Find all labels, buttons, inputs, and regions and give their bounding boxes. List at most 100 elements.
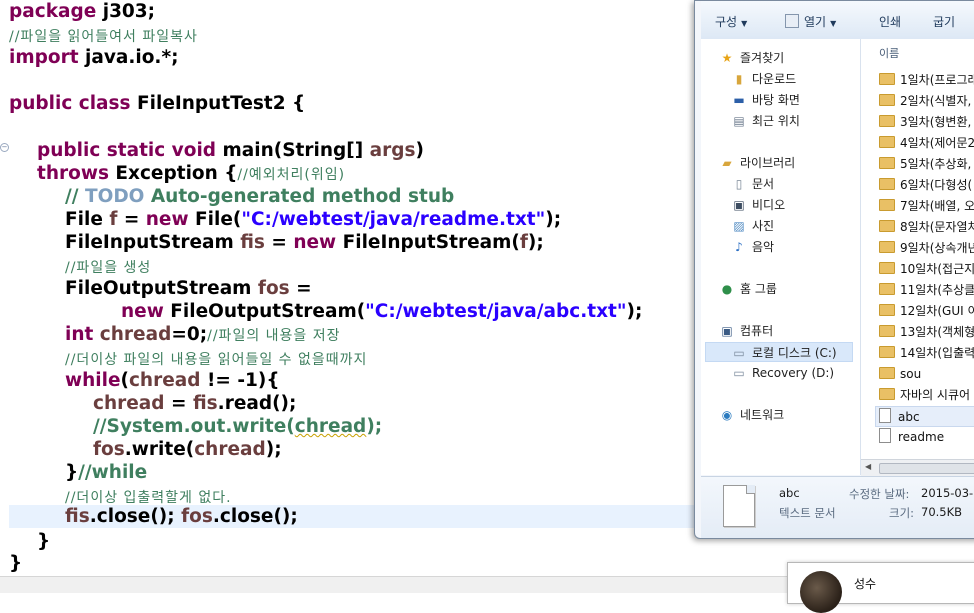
list-item[interactable]: 7일차(배열, 오 — [879, 196, 974, 217]
list-item[interactable]: 자바의 시큐어 — [879, 385, 970, 406]
nav-libraries[interactable]: ▰ 라이브러리 — [719, 153, 795, 173]
profile-name: 성수 — [854, 577, 877, 591]
list-item[interactable]: 10일차(접근지 — [879, 259, 974, 280]
folder-icon — [879, 241, 895, 253]
list-item[interactable]: 9일차(상속개년 — [879, 238, 974, 259]
nav-label: 문서 — [752, 177, 775, 191]
list-item[interactable]: 5일차(추상화, — [879, 154, 971, 175]
nav-recent[interactable]: ▤ 최근 위치 — [731, 111, 800, 131]
code-line[interactable]: // TODO Auto-generated method stub — [65, 185, 454, 208]
column-header-name[interactable]: 이름 — [879, 45, 899, 61]
list-item[interactable]: 3일차(형변환, — [879, 112, 971, 133]
organize-label: 구성 — [715, 15, 738, 29]
recent-places-icon: ▤ — [733, 114, 745, 128]
comment-line[interactable]: //파일을 생성 — [65, 255, 151, 278]
code-text: = — [289, 278, 312, 299]
nav-label: 로컬 디스크 (C:) — [752, 346, 837, 360]
code-line[interactable]: FileOutputStream fos = — [65, 277, 312, 300]
code-line[interactable]: new FileOutputStream("C:/webtest/java/ab… — [121, 300, 642, 323]
fold-collapse-icon[interactable]: − — [0, 143, 9, 152]
variable: fos — [93, 439, 125, 460]
list-item[interactable]: readme — [879, 427, 944, 448]
code-line[interactable]: throws Exception {//예외처리(위임) — [37, 162, 345, 185]
profile-popup[interactable]: 성수 — [787, 562, 974, 613]
list-item[interactable]: 13일차(객체형 — [879, 322, 974, 343]
code-line[interactable]: package j303; — [9, 0, 155, 23]
list-item[interactable]: 14일차(입출력 — [879, 343, 974, 364]
organize-button[interactable]: 구성 ▼ — [715, 13, 747, 30]
code-line[interactable]: public class FileInputTest2 { — [9, 92, 305, 115]
code-text: Exception { — [108, 163, 238, 184]
comment-line[interactable]: //더이상 파일의 내용을 읽어들일 수 없을때까지 — [65, 347, 367, 370]
code-line[interactable]: File f = new File("C:/webtest/java/readm… — [65, 208, 561, 231]
editor-horizontal-scrollbar[interactable] — [0, 576, 800, 593]
code-line[interactable]: }//while — [65, 461, 147, 484]
open-button[interactable]: 열기 ▼ — [785, 13, 836, 30]
burn-button[interactable]: 굽기 — [933, 13, 955, 30]
list-item[interactable]: 4일차(제어문2 — [879, 133, 974, 154]
code-text: FileInputTest2 { — [130, 93, 306, 114]
list-item[interactable]: 2일차(식별자, — [879, 91, 971, 112]
file-list-horizontal-scrollbar[interactable]: ◀ — [861, 459, 974, 476]
code-text: } — [9, 553, 23, 574]
folder-icon — [879, 325, 895, 337]
list-item-selected[interactable]: abc — [875, 406, 974, 427]
nav-computer[interactable]: ▣ 컴퓨터 — [719, 321, 773, 341]
nav-documents[interactable]: ▯ 문서 — [731, 174, 774, 194]
chevron-down-icon: ▼ — [830, 19, 837, 28]
code-line[interactable]: } — [37, 530, 50, 553]
folder-icon — [879, 178, 895, 190]
list-item[interactable]: 6일차(다형성( — [879, 175, 972, 196]
file-explorer-window[interactable]: 구성 ▼ 열기 ▼ 인쇄 굽기 ★ 즐겨찾기 ▮ 다운로드 ▬ 바탕 화면 ▤ 최근 위치 … — [694, 0, 974, 539]
comment-line[interactable]: //파일을 읽어들여서 파일복사 — [9, 24, 198, 47]
code-line[interactable]: } — [9, 552, 22, 575]
code-text: ) — [415, 140, 424, 161]
file-name: 자바의 시큐어 — [900, 388, 971, 402]
nav-downloads[interactable]: ▮ 다운로드 — [731, 69, 796, 89]
folder-icon — [879, 283, 895, 295]
folder-icon — [879, 220, 895, 232]
nav-label: 컴퓨터 — [740, 324, 774, 338]
nav-network[interactable]: ◉ 네트워크 — [719, 405, 784, 425]
code-line[interactable]: fis.close(); fos.close(); — [65, 505, 298, 528]
code-line[interactable]: public static void main(String[] args) — [37, 139, 424, 162]
code-line[interactable]: chread = fis.read(); — [93, 392, 296, 415]
nav-desktop[interactable]: ▬ 바탕 화면 — [731, 90, 800, 110]
code-line[interactable]: FileInputStream fis = new FileInputStrea… — [65, 231, 544, 254]
code-line[interactable]: //System.out.write(chread); — [93, 415, 382, 438]
nav-pictures[interactable]: ▨ 사진 — [731, 216, 774, 236]
nav-recovery[interactable]: ▭ Recovery (D:) — [731, 363, 834, 383]
music-icon: ♪ — [735, 240, 743, 254]
scroll-left-arrow-icon[interactable]: ◀ — [865, 462, 871, 471]
file-name: 13일차(객체형 — [900, 325, 974, 339]
comment: //예외처리(위임) — [237, 167, 346, 183]
print-button[interactable]: 인쇄 — [879, 13, 901, 30]
list-item[interactable]: 11일차(추상클 — [879, 280, 974, 301]
code-text: File — [65, 209, 110, 230]
keyword: while — [65, 370, 121, 391]
code-line[interactable]: fos.write(chread); — [93, 438, 282, 461]
list-item[interactable]: 8일차(문자열처 — [879, 217, 974, 238]
list-item[interactable]: 12일차(GUI 이 — [879, 301, 974, 322]
star-icon: ★ — [721, 51, 733, 65]
list-item[interactable]: 1일차(프로그래 — [879, 70, 974, 91]
code-line[interactable]: import java.io.*; — [9, 46, 179, 69]
list-item[interactable]: sou — [879, 364, 921, 385]
file-list[interactable]: 이름 1일차(프로그래 2일차(식별자, 3일차(형변환, 4일차(제어문2 5… — [861, 39, 974, 459]
details-file-name: abc — [779, 486, 800, 500]
scrollbar-thumb[interactable] — [879, 463, 974, 474]
code-text: .close(); — [89, 506, 182, 527]
nav-local-disk[interactable]: ▭ 로컬 디스크 (C:) — [705, 342, 853, 362]
variable: fis — [192, 393, 218, 414]
nav-label: 비디오 — [752, 198, 786, 212]
code-line[interactable]: int chread=0;//파일의 내용을 저장 — [65, 323, 341, 346]
code-text: j303; — [96, 1, 156, 22]
nav-videos[interactable]: ▣ 비디오 — [731, 195, 785, 215]
file-name: 8일차(문자열처 — [900, 220, 974, 234]
navigation-pane[interactable]: ★ 즐겨찾기 ▮ 다운로드 ▬ 바탕 화면 ▤ 최근 위치 ▰ 라이브러리 ▯ 문서 ▣ 비디… — [701, 39, 861, 475]
nav-music[interactable]: ♪ 음악 — [731, 237, 774, 257]
nav-homegroup[interactable]: ● 홈 그룹 — [719, 279, 777, 299]
comment: //System.out.write( — [93, 416, 295, 437]
code-line[interactable]: while(chread != -1){ — [65, 369, 280, 392]
nav-favorites[interactable]: ★ 즐겨찾기 — [719, 48, 785, 68]
